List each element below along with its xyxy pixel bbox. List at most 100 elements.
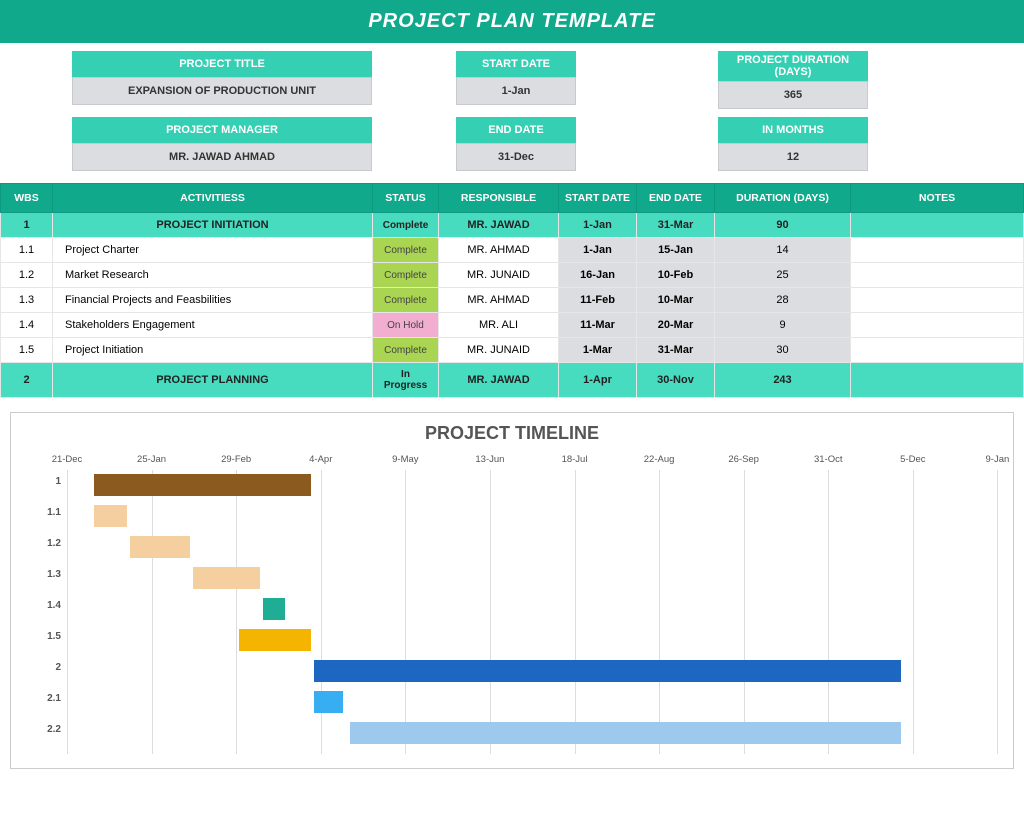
col-responsible: RESPONSIBLE [439, 184, 559, 213]
col-activities: ACTIVITIESS [53, 184, 373, 213]
timeline-section: PROJECT TIMELINE 21-Dec25-Jan29-Feb4-Apr… [10, 412, 1014, 769]
cell-duration: 30 [715, 338, 851, 363]
gantt-row: 1 [67, 470, 995, 501]
cell-notes [851, 213, 1024, 238]
gantt-row: 1.4 [67, 594, 995, 625]
gantt-x-tick: 13-Jun [475, 454, 504, 465]
cell-activity: Stakeholders Engagement [53, 313, 373, 338]
table-header-row: WBS ACTIVITIESS STATUS RESPONSIBLE START… [1, 184, 1024, 213]
gantt-x-tick: 9-Jan [986, 454, 1010, 465]
gantt-bar [263, 598, 285, 620]
gantt-y-label: 1.4 [29, 600, 61, 611]
gantt-x-tick: 31-Oct [814, 454, 843, 465]
meta-project-title-header: PROJECT TITLE [72, 51, 372, 77]
gantt-bar [94, 474, 312, 496]
gantt-x-tick: 4-Apr [309, 454, 332, 465]
table-row: 1.4Stakeholders EngagementOn HoldMR. ALI… [1, 313, 1024, 338]
table-row: 2PROJECT PLANNINGIn ProgressMR. JAWAD1-A… [1, 363, 1024, 398]
cell-start-date: 1-Jan [559, 213, 637, 238]
col-wbs: WBS [1, 184, 53, 213]
cell-start-date: 11-Feb [559, 288, 637, 313]
meta-months-value: 12 [718, 143, 868, 171]
gantt-y-label: 2.2 [29, 724, 61, 735]
meta-section: PROJECT TITLE EXPANSION OF PRODUCTION UN… [0, 43, 1024, 183]
gantt-x-tick: 25-Jan [137, 454, 166, 465]
gantt-x-tick: 18-Jul [562, 454, 588, 465]
cell-notes [851, 313, 1024, 338]
meta-end-date-value: 31-Dec [456, 143, 576, 171]
cell-responsible: MR. AHMAD [439, 288, 559, 313]
meta-start-date-value: 1-Jan [456, 77, 576, 105]
page-title: PROJECT PLAN TEMPLATE [0, 0, 1024, 43]
gantt-y-label: 1.5 [29, 631, 61, 642]
cell-wbs: 1.3 [1, 288, 53, 313]
cell-activity: Market Research [53, 263, 373, 288]
table-row: 1.1Project CharterCompleteMR. AHMAD1-Jan… [1, 238, 1024, 263]
col-notes: NOTES [851, 184, 1024, 213]
gantt-x-tick: 9-May [392, 454, 418, 465]
gantt-chart: 21-Dec25-Jan29-Feb4-Apr9-May13-Jun18-Jul… [25, 454, 995, 754]
cell-activity: PROJECT PLANNING [53, 363, 373, 398]
cell-notes [851, 263, 1024, 288]
meta-months-header: IN MONTHS [718, 117, 868, 143]
gantt-row: 1.3 [67, 563, 995, 594]
gantt-y-label: 1.2 [29, 538, 61, 549]
meta-duration-value: 365 [718, 81, 868, 109]
cell-notes [851, 363, 1024, 398]
table-row: 1.5Project InitiationCompleteMR. JUNAID1… [1, 338, 1024, 363]
meta-end-date-header: END DATE [456, 117, 576, 143]
cell-status: Complete [373, 238, 439, 263]
cell-notes [851, 338, 1024, 363]
cell-start-date: 1-Apr [559, 363, 637, 398]
gantt-bar [314, 691, 343, 713]
cell-end-date: 20-Mar [637, 313, 715, 338]
cell-duration: 90 [715, 213, 851, 238]
cell-end-date: 30-Nov [637, 363, 715, 398]
cell-start-date: 1-Jan [559, 238, 637, 263]
cell-notes [851, 238, 1024, 263]
cell-responsible: MR. JAWAD [439, 363, 559, 398]
cell-start-date: 11-Mar [559, 313, 637, 338]
gantt-row: 2.2 [67, 718, 995, 749]
meta-manager-header: PROJECT MANAGER [72, 117, 372, 143]
cell-status: Complete [373, 263, 439, 288]
meta-manager-value: MR. JAWAD AHMAD [72, 143, 372, 171]
gantt-bar [314, 660, 901, 682]
cell-wbs: 1.5 [1, 338, 53, 363]
cell-wbs: 1.1 [1, 238, 53, 263]
cell-activity: Project Charter [53, 238, 373, 263]
cell-end-date: 10-Feb [637, 263, 715, 288]
gantt-y-label: 1.1 [29, 507, 61, 518]
gantt-row: 1.1 [67, 501, 995, 532]
timeline-title: PROJECT TIMELINE [25, 423, 999, 444]
meta-duration-header: PROJECT DURATION (DAYS) [718, 51, 868, 81]
gantt-x-tick: 26-Sep [728, 454, 759, 465]
cell-duration: 243 [715, 363, 851, 398]
cell-duration: 28 [715, 288, 851, 313]
activities-table: WBS ACTIVITIESS STATUS RESPONSIBLE START… [0, 183, 1024, 398]
cell-wbs: 2 [1, 363, 53, 398]
gantt-row: 2.1 [67, 687, 995, 718]
cell-duration: 14 [715, 238, 851, 263]
col-start-date: START DATE [559, 184, 637, 213]
meta-start-date-header: START DATE [456, 51, 576, 77]
table-row: 1PROJECT INITIATIONCompleteMR. JAWAD1-Ja… [1, 213, 1024, 238]
gantt-bar [350, 722, 901, 744]
cell-wbs: 1 [1, 213, 53, 238]
cell-start-date: 16-Jan [559, 263, 637, 288]
cell-wbs: 1.4 [1, 313, 53, 338]
gantt-y-label: 1 [29, 476, 61, 487]
gantt-row: 1.5 [67, 625, 995, 656]
col-status: STATUS [373, 184, 439, 213]
cell-status: Complete [373, 288, 439, 313]
gantt-x-tick: 5-Dec [900, 454, 925, 465]
cell-end-date: 31-Mar [637, 213, 715, 238]
gantt-bar [193, 567, 261, 589]
gantt-y-label: 2 [29, 662, 61, 673]
cell-notes [851, 288, 1024, 313]
gantt-row: 1.2 [67, 532, 995, 563]
col-end-date: END DATE [637, 184, 715, 213]
cell-end-date: 31-Mar [637, 338, 715, 363]
col-duration: DURATION (DAYS) [715, 184, 851, 213]
gantt-x-tick: 22-Aug [644, 454, 675, 465]
